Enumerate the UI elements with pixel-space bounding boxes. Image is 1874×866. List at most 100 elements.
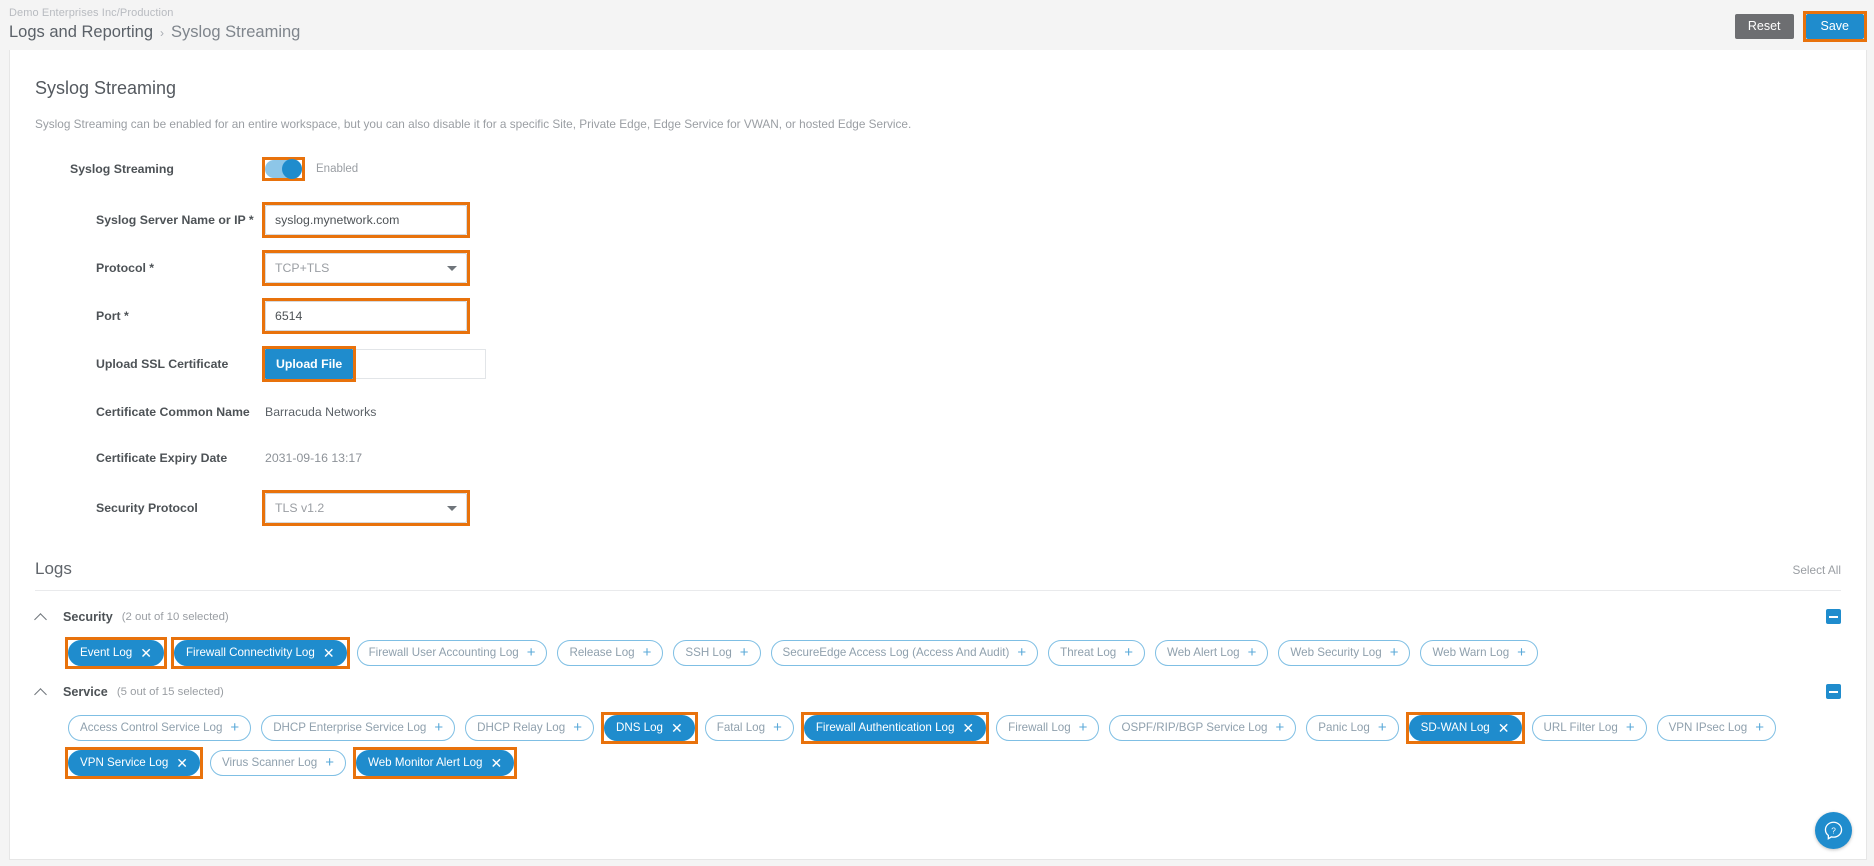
log-chip[interactable]: Web Monitor Alert Log ✕ xyxy=(355,750,515,776)
add-chip-icon[interactable]: + xyxy=(1626,720,1635,735)
chevron-down-icon xyxy=(447,506,457,511)
cert-expiry-label: Certificate Expiry Date xyxy=(96,451,228,465)
add-chip-icon[interactable]: + xyxy=(573,720,582,735)
log-chip-cell: SD-WAN Log ✕ xyxy=(1405,712,1525,744)
add-chip-icon[interactable]: + xyxy=(1124,645,1133,660)
log-chip[interactable]: SecureEdge Access Log (Access And Audit)… xyxy=(770,640,1039,666)
log-chip-cell: Threat Log + xyxy=(1048,640,1145,666)
log-chip[interactable]: Firewall Log + xyxy=(996,715,1100,741)
port-input[interactable] xyxy=(265,301,467,331)
port-input-highlight xyxy=(262,298,470,334)
log-chip-cell: Web Security Log + xyxy=(1278,640,1411,666)
log-chip[interactable]: Web Warn Log + xyxy=(1420,640,1538,666)
log-chip[interactable]: DHCP Relay Log + xyxy=(465,715,594,741)
remove-chip-icon[interactable]: ✕ xyxy=(1498,721,1510,735)
upload-file-button[interactable]: Upload File xyxy=(265,349,354,379)
add-chip-icon[interactable]: + xyxy=(643,645,652,660)
log-chip-cell: DHCP Relay Log + xyxy=(465,715,594,741)
log-chip-cell: SSH Log + xyxy=(673,640,761,666)
log-chip[interactable]: Access Control Service Log + xyxy=(68,715,252,741)
log-chip[interactable]: Web Security Log + xyxy=(1278,640,1411,666)
remove-chip-icon[interactable]: ✕ xyxy=(671,721,683,735)
syslog-streaming-toggle[interactable] xyxy=(265,159,302,179)
chevron-up-icon[interactable] xyxy=(35,685,49,699)
log-chip[interactable]: Panic Log + xyxy=(1306,715,1399,741)
log-chip[interactable]: Event Log ✕ xyxy=(68,640,164,666)
add-chip-icon[interactable]: + xyxy=(527,645,536,660)
log-chip[interactable]: OSPF/RIP/BGP Service Log + xyxy=(1109,715,1297,741)
log-group-checkbox-indeterminate[interactable] xyxy=(1826,609,1841,624)
logs-title: Logs xyxy=(35,559,72,578)
remove-chip-icon[interactable]: ✕ xyxy=(140,646,152,660)
content-card: Syslog Streaming Syslog Streaming can be… xyxy=(9,50,1867,860)
log-chip-label: SecureEdge Access Log (Access And Audit) xyxy=(782,646,1010,660)
add-chip-icon[interactable]: + xyxy=(325,755,334,770)
upload-file-name-field[interactable] xyxy=(353,349,487,379)
log-chip-label: Web Monitor Alert Log xyxy=(367,756,483,770)
add-chip-icon[interactable]: + xyxy=(1276,720,1285,735)
log-group-name: Security xyxy=(63,610,113,624)
log-chip-label: URL Filter Log xyxy=(1543,721,1618,735)
log-chip[interactable]: DNS Log ✕ xyxy=(603,715,695,741)
log-group-count: (2 out of 10 selected) xyxy=(121,611,229,623)
form-row-cert-expiry: Certificate Expiry Date 2031-09-16 13:17 xyxy=(10,445,1866,471)
remove-chip-icon[interactable]: ✕ xyxy=(323,646,335,660)
help-icon[interactable]: ? xyxy=(1815,812,1852,849)
log-group-checkbox-indeterminate[interactable] xyxy=(1826,684,1841,699)
log-chip[interactable]: Virus Scanner Log + xyxy=(210,750,346,776)
log-chip[interactable]: Firewall User Accounting Log + xyxy=(356,640,548,666)
remove-chip-icon[interactable]: ✕ xyxy=(490,756,502,770)
remove-chip-icon[interactable]: ✕ xyxy=(962,721,974,735)
add-chip-icon[interactable]: + xyxy=(1517,645,1526,660)
log-chip[interactable]: Firewall Authentication Log ✕ xyxy=(803,715,987,741)
server-input[interactable] xyxy=(265,205,467,235)
log-chip-label: Threat Log xyxy=(1060,646,1117,660)
reset-button[interactable]: Reset xyxy=(1734,14,1794,39)
add-chip-icon[interactable]: + xyxy=(1755,720,1764,735)
add-chip-icon[interactable]: + xyxy=(773,720,782,735)
add-chip-icon[interactable]: + xyxy=(740,645,749,660)
save-button[interactable]: Save xyxy=(1805,14,1864,39)
log-chip[interactable]: URL Filter Log + xyxy=(1531,715,1647,741)
add-chip-icon[interactable]: + xyxy=(1378,720,1387,735)
log-chip[interactable]: DHCP Enterprise Service Log + xyxy=(261,715,456,741)
log-chip-label: VPN IPsec Log xyxy=(1668,721,1748,735)
add-chip-icon[interactable]: + xyxy=(1017,645,1026,660)
protocol-select[interactable]: TCP+TLS xyxy=(265,253,467,283)
add-chip-icon[interactable]: + xyxy=(230,720,239,735)
port-label: Port * xyxy=(96,309,129,323)
log-chip-label: Event Log xyxy=(80,646,133,660)
add-chip-icon[interactable]: + xyxy=(1248,645,1257,660)
log-chip[interactable]: Release Log + xyxy=(557,640,664,666)
security-protocol-select[interactable]: TLS v1.2 xyxy=(265,493,467,523)
form-row-cert-common-name: Certificate Common Name Barracuda Networ… xyxy=(10,399,1866,425)
remove-chip-icon[interactable]: ✕ xyxy=(176,756,188,770)
log-chip-label: SD-WAN Log xyxy=(1420,721,1490,735)
log-chip-label: Firewall Connectivity Log xyxy=(185,646,315,660)
log-chip-cell: Web Warn Log + xyxy=(1420,640,1538,666)
log-chip-label: Panic Log xyxy=(1318,721,1370,735)
syslog-streaming-label: Syslog Streaming xyxy=(70,162,174,176)
log-chip-label: VPN Service Log xyxy=(80,756,169,770)
log-chip[interactable]: Firewall Connectivity Log ✕ xyxy=(173,640,347,666)
log-chip[interactable]: VPN Service Log ✕ xyxy=(68,750,201,776)
form-row-syslog-streaming: Syslog Streaming Enabled xyxy=(10,156,1866,182)
log-chip-cell: Web Alert Log + xyxy=(1155,640,1269,666)
breadcrumb-parent[interactable]: Logs and Reporting xyxy=(9,22,153,43)
add-chip-icon[interactable]: + xyxy=(434,720,443,735)
log-chip-label: DHCP Relay Log xyxy=(477,721,566,735)
log-groups: Security (2 out of 10 selected) Event Log ✕… xyxy=(10,591,1866,779)
log-chip-label: Release Log xyxy=(569,646,635,660)
log-chip[interactable]: SD-WAN Log ✕ xyxy=(1408,715,1522,741)
add-chip-icon[interactable]: + xyxy=(1079,720,1088,735)
add-chip-icon[interactable]: + xyxy=(1390,645,1399,660)
log-chip[interactable]: Fatal Log + xyxy=(704,715,794,741)
log-group-service: Service (5 out of 15 selected) Access Cont… xyxy=(35,666,1841,779)
select-all-link[interactable]: Select All xyxy=(1792,563,1841,579)
chevron-up-icon[interactable] xyxy=(35,610,49,624)
log-chip[interactable]: Web Alert Log + xyxy=(1155,640,1269,666)
save-button-highlight: Save xyxy=(1802,11,1867,42)
log-chip[interactable]: SSH Log + xyxy=(673,640,761,666)
log-chip[interactable]: VPN IPsec Log + xyxy=(1656,715,1776,741)
log-chip[interactable]: Threat Log + xyxy=(1048,640,1145,666)
